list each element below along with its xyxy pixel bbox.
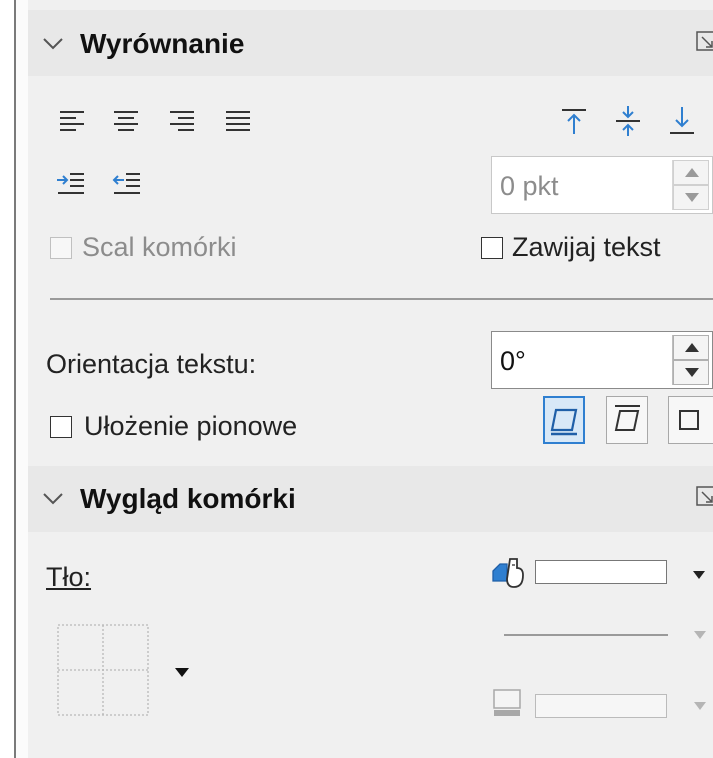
decrease-indent-icon[interactable]	[112, 170, 142, 198]
wrap-text-checkbox[interactable]	[481, 237, 503, 259]
align-left-icon[interactable]	[58, 109, 86, 135]
text-orientation-spinbox[interactable]: 0°	[491, 331, 713, 389]
indent-increment-button[interactable]	[673, 160, 709, 185]
vertical-stacking-label: Ułożenie pionowe	[84, 411, 298, 441]
text-extension-inside-cell-button[interactable]	[668, 396, 713, 444]
text-extension-from-upper-cell-border-button[interactable]	[606, 396, 648, 444]
cell-borders-dropdown-icon[interactable]	[174, 667, 190, 678]
merge-cells-checkbox[interactable]	[50, 237, 72, 259]
more-options-icon[interactable]	[696, 31, 713, 51]
increase-indent-icon[interactable]	[56, 170, 86, 198]
chevron-down-icon[interactable]	[42, 37, 64, 51]
merge-cells-label: Scal komórki	[82, 232, 237, 262]
background-color-swatch[interactable]	[535, 560, 667, 584]
separator	[50, 298, 713, 300]
chevron-down-icon[interactable]	[42, 492, 64, 506]
square-icon	[679, 410, 699, 430]
text-extension-from-lower-cell-border-button[interactable]	[543, 396, 585, 444]
vertical-stacking-checkbox[interactable]	[50, 416, 72, 438]
align-justify-icon[interactable]	[224, 109, 252, 135]
alignment-section-title: Wyrównanie	[80, 28, 245, 59]
align-middle-icon[interactable]	[614, 104, 642, 138]
border-color-icon[interactable]	[492, 688, 526, 718]
text-orientation-value: 0°	[500, 346, 526, 376]
background-label-text: Tło:	[46, 562, 92, 592]
indent-decrement-button[interactable]	[673, 185, 709, 210]
line-style-dropdown-icon[interactable]	[693, 630, 707, 640]
line-style-preview[interactable]	[504, 634, 668, 636]
align-right-icon[interactable]	[168, 109, 196, 135]
background-label: Tło:	[46, 562, 91, 593]
parallelogram-top-icon	[614, 405, 640, 431]
border-color-swatch[interactable]	[535, 694, 667, 718]
align-bottom-icon[interactable]	[668, 104, 696, 138]
indent-spin-buttons	[672, 160, 709, 210]
orientation-increment-button[interactable]	[673, 335, 709, 360]
align-top-icon[interactable]	[560, 106, 588, 138]
wrap-text-label: Zawijaj tekst	[512, 232, 661, 262]
align-center-icon[interactable]	[112, 109, 140, 135]
border-color-dropdown-icon[interactable]	[693, 701, 707, 711]
cell-borders-icon[interactable]	[56, 623, 152, 719]
sidebar-gutter	[16, 0, 28, 758]
alignment-section-header[interactable]: Wyrównanie	[28, 10, 713, 76]
paint-bucket-icon[interactable]	[490, 555, 528, 591]
cell-appearance-section-title: Wygląd komórki	[80, 483, 296, 514]
indent-value: 0 pkt	[500, 171, 559, 201]
cell-appearance-section-header[interactable]: Wygląd komórki	[28, 466, 713, 532]
orientation-decrement-button[interactable]	[673, 360, 709, 385]
orientation-spin-buttons	[672, 335, 709, 385]
more-options-icon[interactable]	[696, 486, 713, 506]
text-orientation-label: Orientacja tekstu:	[46, 349, 257, 379]
sidebar-panel: Wyrównanie 0 pkt Scal komórki Zawijaj te…	[28, 0, 713, 758]
parallelogram-icon	[550, 408, 578, 436]
background-color-dropdown-icon[interactable]	[692, 570, 706, 580]
indent-spinbox[interactable]: 0 pkt	[491, 156, 713, 214]
